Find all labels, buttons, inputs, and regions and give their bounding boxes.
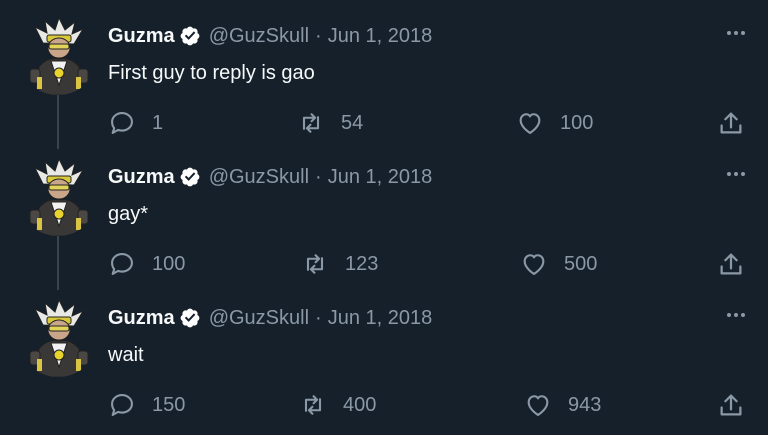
retweet-arrows-icon — [306, 254, 324, 274]
like-count: 943 — [568, 393, 602, 416]
more-options-icon[interactable] — [722, 21, 750, 45]
share-upload-icon — [720, 112, 742, 134]
tweet-text: First guy to reply is gao — [108, 62, 315, 84]
tweet[interactable]: Guzma @GuzSkull · Jun 1, 2018 gay* 100 1… — [0, 141, 768, 282]
author-handle[interactable]: @GuzSkull — [209, 25, 309, 48]
separator-dot: · — [315, 24, 322, 47]
share-button[interactable] — [716, 108, 762, 138]
reply-bubble-icon — [111, 112, 133, 134]
tweet-thread: Guzma @GuzSkull · Jun 1, 2018 First guy … — [0, 0, 768, 435]
author-name[interactable]: Guzma — [108, 166, 175, 189]
heart-icon — [523, 254, 545, 275]
heart-icon — [527, 395, 549, 416]
reply-bubble-icon — [111, 253, 133, 275]
tweet[interactable]: Guzma @GuzSkull · Jun 1, 2018 wait 150 4… — [0, 282, 768, 423]
reply-bubble-icon — [111, 394, 133, 416]
tweet-header: Guzma @GuzSkull · Jun 1, 2018 — [108, 163, 432, 191]
author-name[interactable]: Guzma — [108, 307, 175, 330]
author-name[interactable]: Guzma — [108, 25, 175, 48]
tweet[interactable]: Guzma @GuzSkull · Jun 1, 2018 First guy … — [0, 0, 768, 141]
retweet-button[interactable]: 123 — [301, 249, 378, 279]
tweet-date[interactable]: Jun 1, 2018 — [328, 307, 433, 330]
tweet-text: gay* — [108, 203, 149, 225]
separator-dot: · — [315, 306, 322, 329]
heart-icon — [519, 113, 541, 134]
avatar[interactable] — [17, 154, 99, 236]
share-upload-icon — [720, 394, 742, 416]
reply-button[interactable]: 1 — [108, 108, 163, 138]
like-count: 500 — [564, 252, 598, 275]
reply-button[interactable]: 150 — [108, 390, 185, 420]
share-upload-icon — [720, 253, 742, 275]
retweet-count: 123 — [345, 252, 379, 275]
verified-badge-icon — [179, 166, 201, 188]
verified-badge-icon — [179, 307, 201, 329]
author-handle[interactable]: @GuzSkull — [209, 166, 309, 189]
more-options-icon[interactable] — [722, 303, 750, 327]
author-handle[interactable]: @GuzSkull — [209, 307, 309, 330]
tweet-date[interactable]: Jun 1, 2018 — [328, 25, 433, 48]
like-button[interactable]: 943 — [524, 390, 601, 420]
like-button[interactable]: 100 — [516, 108, 593, 138]
retweet-button[interactable]: 400 — [299, 390, 376, 420]
share-button[interactable] — [716, 390, 762, 420]
separator-dot: · — [315, 165, 322, 188]
more-options-icon[interactable] — [722, 162, 750, 186]
retweet-arrows-icon — [302, 113, 320, 133]
reply-count: 1 — [152, 111, 164, 134]
retweet-count: 54 — [341, 111, 364, 134]
reply-count: 100 — [152, 252, 186, 275]
tweet-actions: 100 123 500 — [0, 249, 768, 279]
tweet-actions: 150 400 943 — [0, 390, 768, 420]
avatar[interactable] — [17, 295, 99, 377]
avatar[interactable] — [17, 13, 99, 95]
retweet-count: 400 — [343, 393, 377, 416]
tweet-text: wait — [108, 344, 144, 366]
tweet-actions: 1 54 100 — [0, 108, 768, 138]
verified-badge-icon — [179, 25, 201, 47]
retweet-button[interactable]: 54 — [297, 108, 363, 138]
tweet-date[interactable]: Jun 1, 2018 — [328, 166, 433, 189]
tweet-header: Guzma @GuzSkull · Jun 1, 2018 — [108, 304, 432, 332]
tweet-header: Guzma @GuzSkull · Jun 1, 2018 — [108, 22, 432, 50]
reply-count: 150 — [152, 393, 186, 416]
like-count: 100 — [560, 111, 594, 134]
retweet-arrows-icon — [304, 395, 322, 415]
share-button[interactable] — [716, 249, 762, 279]
reply-button[interactable]: 100 — [108, 249, 185, 279]
like-button[interactable]: 500 — [520, 249, 597, 279]
